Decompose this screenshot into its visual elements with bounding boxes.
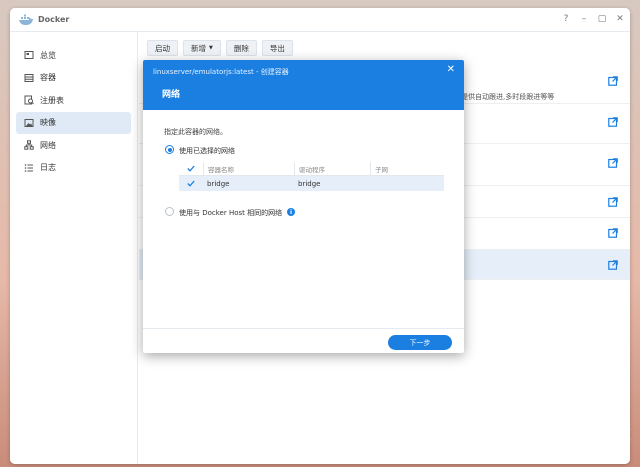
info-icon[interactable]: i — [287, 208, 295, 216]
row-checkbox[interactable] — [179, 176, 203, 191]
sidebar-item-overview[interactable]: 总览 — [16, 44, 131, 66]
table-row[interactable]: bridge bridge — [179, 176, 444, 191]
window-controls: ? – ▢ ✕ — [560, 13, 626, 25]
network-table: 容器名称 驱动程序 子网 bridge bridge — [179, 162, 444, 191]
toolbar: 启动 新增 ▼ 删除 导出 — [147, 40, 293, 56]
sidebar: 总览 容器 注册表 映像 网络 日志 — [10, 32, 138, 464]
radio-selected-network[interactable] — [165, 145, 174, 154]
titlebar: Docker ? – ▢ ✕ — [10, 8, 630, 32]
table-header: 容器名称 驱动程序 子网 — [179, 162, 444, 176]
open-link-icon[interactable] — [608, 76, 618, 86]
dialog-header: linuxserver/emulatorjs:latest - 创建容器 ✕ 网… — [143, 60, 464, 110]
docker-whale-icon — [19, 14, 33, 25]
open-link-icon[interactable] — [608, 197, 618, 207]
app-title: Docker — [38, 15, 70, 24]
open-link-icon[interactable] — [608, 228, 618, 238]
minimize-icon[interactable]: – — [578, 13, 590, 25]
network-icon — [24, 140, 34, 150]
dialog-heading: 网络 — [162, 90, 181, 100]
open-link-icon[interactable] — [608, 260, 618, 270]
row-description: 提供自动跟进,多时段跟进等等 — [461, 93, 555, 101]
caret-down-icon: ▼ — [209, 45, 213, 51]
image-icon — [24, 118, 34, 128]
launch-button[interactable]: 启动 — [147, 40, 178, 56]
sidebar-item-registry[interactable]: 注册表 — [16, 89, 131, 111]
open-link-icon[interactable] — [608, 158, 618, 168]
sidebar-item-label: 日志 — [40, 163, 56, 172]
instruction-text: 指定此容器的网络。 — [164, 128, 227, 136]
sidebar-item-label: 映像 — [40, 118, 56, 127]
overview-icon — [24, 50, 34, 60]
dialog-footer: 下一步 — [143, 328, 464, 353]
sidebar-item-image[interactable]: 映像 — [16, 111, 131, 134]
next-button[interactable]: 下一步 — [388, 335, 452, 350]
add-button[interactable]: 新增 ▼ — [183, 40, 221, 56]
close-icon[interactable]: ✕ — [614, 13, 626, 25]
dialog-subtitle: linuxserver/emulatorjs:latest - 创建容器 — [153, 68, 289, 76]
radio-selected-network-label: 使用已选择的网络 — [179, 147, 235, 155]
sidebar-item-label: 总览 — [40, 50, 56, 60]
sidebar-item-log[interactable]: 日志 — [16, 157, 131, 179]
log-icon — [24, 163, 34, 173]
radio-host-network[interactable] — [165, 207, 174, 216]
sidebar-item-label: 网络 — [40, 140, 56, 150]
cell-driver: bridge — [298, 179, 321, 188]
select-all-checkbox[interactable] — [179, 162, 203, 175]
create-container-dialog: linuxserver/emulatorjs:latest - 创建容器 ✕ 网… — [143, 60, 464, 353]
check-icon — [187, 180, 195, 187]
close-icon[interactable]: ✕ — [447, 64, 455, 75]
column-header-name: 容器名称 — [203, 162, 294, 175]
maximize-icon[interactable]: ▢ — [596, 13, 608, 25]
registry-icon — [24, 95, 34, 105]
sidebar-item-network[interactable]: 网络 — [16, 134, 131, 156]
cell-name: bridge — [207, 179, 230, 188]
radio-host-network-label: 使用与 Docker Host 相同的网络 — [179, 209, 283, 217]
sidebar-item-label: 注册表 — [40, 95, 64, 105]
open-link-icon[interactable] — [608, 117, 618, 127]
sidebar-item-label: 容器 — [40, 73, 56, 82]
add-button-label: 新增 — [191, 43, 206, 53]
export-button[interactable]: 导出 — [261, 40, 293, 56]
column-header-driver: 驱动程序 — [294, 162, 370, 175]
cell-subnet — [370, 176, 444, 191]
delete-button[interactable]: 删除 — [225, 40, 257, 56]
check-icon — [187, 165, 195, 172]
help-icon[interactable]: ? — [560, 13, 572, 25]
container-icon — [24, 73, 34, 83]
column-header-subnet: 子网 — [370, 162, 444, 175]
sidebar-item-container[interactable]: 容器 — [16, 67, 131, 89]
